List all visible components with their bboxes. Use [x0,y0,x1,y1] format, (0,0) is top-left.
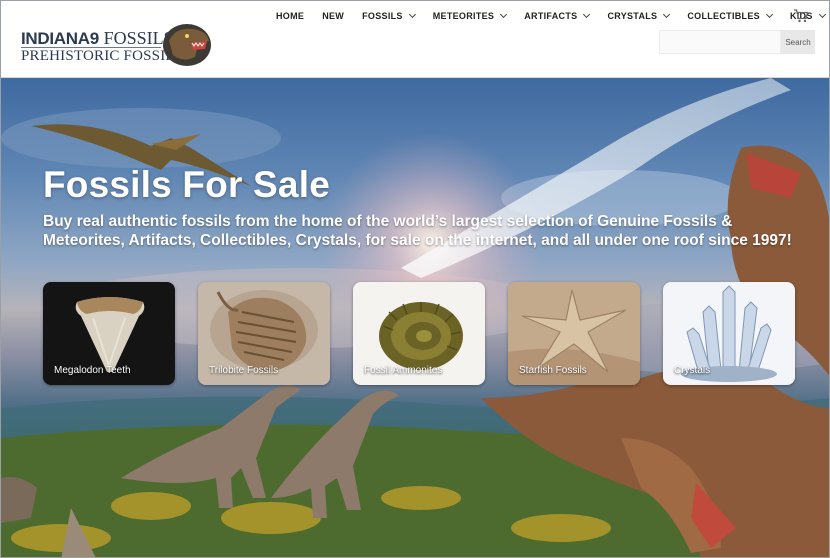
chevron-down-icon [500,10,508,19]
logo-tagline: PREHISTORIC FOSSILS [21,48,184,64]
nav-new[interactable]: NEW [322,11,344,21]
category-card-fossil-ammonites[interactable]: Fossil Ammonites [353,282,485,385]
category-label: Starfish Fossils [519,365,587,376]
page-frame: INDIANA9 FOSSILS PREHISTORIC FOSSILS HOM… [0,0,830,558]
category-cards: Megalodon Teeth Trilobite Fossils Fossil… [43,282,818,385]
nav-crystals-label: CRYSTALS [607,11,658,21]
nav-new-label: NEW [322,11,345,21]
chevron-down-icon [818,10,826,19]
category-card-crystals[interactable]: Crystals [663,282,795,385]
hero-banner: Fossils For Sale Buy real authentic foss… [1,78,829,557]
hero-subtitle: Buy real authentic fossils from the home… [43,213,792,249]
search-button[interactable]: Search [781,30,815,54]
category-label: Crystals [674,365,711,376]
nav-fossils[interactable]: FOSSILS [362,10,416,21]
site-logo[interactable]: INDIANA9 FOSSILS PREHISTORIC FOSSILS [21,23,216,73]
main-nav: HOME NEW FOSSILS METEORITES ARTIFACTS CR… [276,7,829,25]
chevron-down-icon [408,10,416,19]
nav-home-label: HOME [276,11,305,21]
nav-collectibles-label: COLLECTIBLES [687,11,760,21]
trex-logo-icon [163,24,211,66]
cart-icon[interactable] [793,9,809,23]
nav-artifacts[interactable]: ARTIFACTS [524,10,591,21]
site-header: INDIANA9 FOSSILS PREHISTORIC FOSSILS HOM… [1,1,829,78]
chevron-down-icon [663,10,671,19]
nav-meteorites-label: METEORITES [432,11,495,21]
nav-meteorites[interactable]: METEORITES [432,10,508,21]
hero-title: Fossils For Sale [43,164,330,205]
logo-brand: INDIANA9 [21,29,99,48]
nav-home[interactable]: HOME [276,11,304,21]
category-label: Fossil Ammonites [364,365,443,376]
category-label: Megalodon Teeth [54,365,131,376]
category-card-megalodon-teeth[interactable]: Megalodon Teeth [43,282,175,385]
nav-artifacts-label: ARTIFACTS [524,11,578,21]
nav-collectibles[interactable]: COLLECTIBLES [687,10,773,21]
search-form: Search [659,30,815,54]
category-label: Trilobite Fossils [209,365,279,376]
logo-line-1: INDIANA9 FOSSILS [21,29,174,48]
nav-fossils-label: FOSSILS [362,11,403,21]
category-card-starfish-fossils[interactable]: Starfish Fossils [508,282,640,385]
nav-crystals[interactable]: CRYSTALS [607,10,671,21]
category-card-trilobite-fossils[interactable]: Trilobite Fossils [198,282,330,385]
chevron-down-icon [765,10,773,19]
search-input[interactable] [659,30,781,54]
chevron-down-icon [583,10,591,19]
